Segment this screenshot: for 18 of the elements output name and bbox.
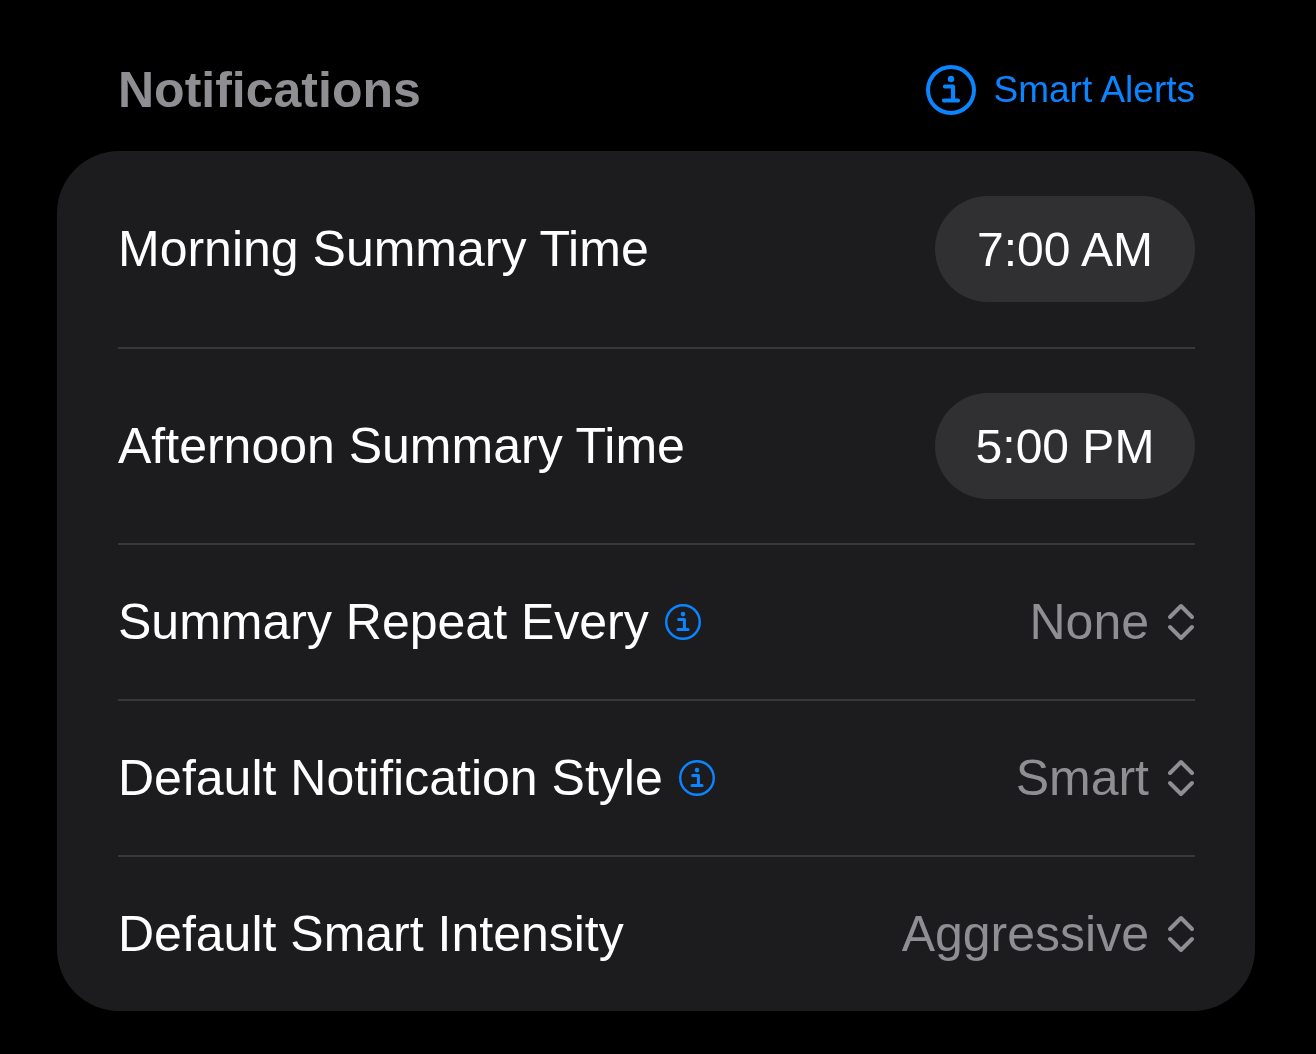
info-icon[interactable] — [664, 604, 701, 640]
time-picker-button[interactable]: 5:00 PM — [935, 393, 1195, 499]
smart-alerts-link[interactable]: Smart Alerts — [925, 65, 1195, 115]
setting-label: Morning Summary Time — [118, 220, 649, 278]
chevron-up-down-icon — [1167, 602, 1195, 642]
setting-label: Default Smart Intensity — [118, 905, 624, 963]
popup-menu-button[interactable]: Aggressive — [901, 905, 1195, 963]
setting-label: Summary Repeat Every — [118, 593, 649, 651]
section-title: Notifications — [118, 61, 421, 119]
setting-label: Default Notification Style — [118, 749, 663, 807]
chevron-up-down-icon — [1167, 758, 1195, 798]
info-icon[interactable] — [678, 760, 715, 796]
setting-label: Afternoon Summary Time — [118, 417, 685, 475]
popup-menu-button[interactable]: None — [1029, 593, 1195, 651]
chevron-up-down-icon — [1167, 914, 1195, 954]
info-icon — [925, 65, 976, 115]
popup-menu-button[interactable]: Smart — [1015, 749, 1195, 807]
time-picker-button[interactable]: 7:00 AM — [935, 196, 1195, 302]
